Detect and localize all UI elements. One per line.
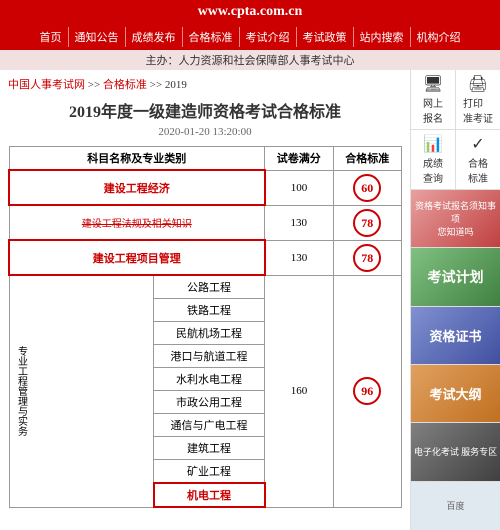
col-header-passing: 合格标准: [333, 147, 401, 171]
subject-highway: 公路工程: [154, 275, 265, 299]
site-url[interactable]: www.cpta.com.cn: [198, 4, 303, 19]
subject-railway: 铁路工程: [154, 299, 265, 322]
standard-label: 合格标准: [468, 155, 488, 185]
subject-telecom: 通信与广电工程: [154, 414, 265, 437]
subject-jsjjj: 建设工程经济: [9, 170, 265, 205]
register-label: 网上报名: [423, 95, 443, 125]
table-row: 建设工程经济 100 60: [9, 170, 402, 205]
print-label: 打印准考证: [463, 95, 493, 125]
subject-water: 水利水电工程: [154, 368, 265, 391]
register-icon: 🖥: [423, 74, 443, 94]
table-row: 建设工程项目管理 130 78: [9, 240, 402, 275]
passing-60: 60: [333, 170, 401, 205]
subject-mining: 矿业工程: [154, 460, 265, 484]
page-date: 2020-01-20 13:20:00: [8, 126, 402, 138]
banner-digital-text: 电子化考试 服务专区: [414, 445, 497, 458]
page-title: 2019年度一级建造师资格考试合格标准: [8, 98, 402, 122]
print-icon: 🖨: [468, 74, 488, 94]
sidebar-second-row: 📊 成绩查询 ✓ 合格标准: [411, 130, 500, 190]
content-area: 中国人事考试网 >> 合格标准 >> 2019 2019年度一级建造师资格考试合…: [0, 70, 410, 530]
sidebar-top-row: 🖥 网上报名 🖨 打印准考证: [411, 70, 500, 130]
score-160: 160: [265, 275, 333, 507]
sidebar-btn-score[interactable]: 📊 成绩查询: [411, 130, 456, 189]
nav-policy[interactable]: 考试政策: [297, 27, 354, 47]
sub-text: 主办：人力资源和社会保障部人事考试中心: [146, 55, 355, 67]
passing-78a: 78: [333, 205, 401, 240]
breadcrumb-year: 2019: [165, 79, 187, 91]
top-header: www.cpta.com.cn: [0, 0, 500, 24]
vertical-label-cell: 专业工程管理与实务: [9, 275, 154, 507]
banner-notice-text: 资格考试报名须知事项您知道吗: [413, 199, 498, 238]
banner-outline[interactable]: 考试大纲: [411, 365, 500, 423]
table-row: 建设工程法规及相关知识 130 78: [9, 205, 402, 240]
subject-mechanical: 机电工程: [154, 483, 265, 507]
nav-org[interactable]: 机构介绍: [411, 27, 467, 47]
sidebar-btn-print[interactable]: 🖨 打印准考证: [456, 70, 500, 129]
passing-96: 96: [333, 275, 401, 507]
subject-building: 建筑工程: [154, 437, 265, 460]
banner-cert-text: 资格证书: [429, 326, 481, 345]
score-100: 100: [265, 170, 333, 205]
sidebar-btn-standard[interactable]: ✓ 合格标准: [456, 130, 500, 189]
col-header-total: 试卷满分: [265, 147, 333, 171]
sidebar-right: 🖥 网上报名 🖨 打印准考证 📊 成绩查询 ✓ 合格标准 资格考试报名须知事项您…: [410, 70, 500, 530]
subject-deleted: 建设工程法规及相关知识: [9, 205, 265, 240]
baidu-text: 百度: [446, 499, 464, 512]
subject-port: 港口与航道工程: [154, 345, 265, 368]
nav-standard[interactable]: 合格标准: [183, 27, 240, 47]
breadcrumb: 中国人事考试网 >> 合格标准 >> 2019: [8, 76, 402, 92]
table-row: 专业工程管理与实务 公路工程 160 96: [9, 275, 402, 299]
banner-plan-text: 考试计划: [428, 267, 484, 287]
sidebar-btn-register[interactable]: 🖥 网上报名: [411, 70, 456, 129]
score-130b: 130: [265, 240, 333, 275]
breadcrumb-home[interactable]: 中国人事考试网: [8, 79, 85, 91]
nav-score[interactable]: 成绩发布: [126, 27, 183, 47]
subject-jsxm: 建设工程项目管理: [9, 240, 265, 275]
col-header-subject: 科目名称及专业类别: [9, 147, 265, 171]
standard-icon: ✓: [471, 134, 484, 154]
score-icon: 📊: [423, 134, 443, 154]
score-label: 成绩查询: [423, 155, 443, 185]
score-130a: 130: [265, 205, 333, 240]
nav-bar: 首页 通知公告 成绩发布 合格标准 考试介绍 考试政策 站内搜索 机构介绍: [0, 24, 500, 50]
banner-cert[interactable]: 资格证书: [411, 307, 500, 365]
nav-notice[interactable]: 通知公告: [69, 27, 126, 47]
breadcrumb-standard[interactable]: 合格标准: [103, 79, 147, 91]
banner-digital[interactable]: 电子化考试 服务专区: [411, 423, 500, 481]
subject-municipal: 市政公用工程: [154, 391, 265, 414]
nav-home[interactable]: 首页: [34, 27, 69, 47]
banner-plan[interactable]: 考试计划: [411, 248, 500, 306]
passing-78b: 78: [333, 240, 401, 275]
banner-outline-text: 考试大纲: [429, 384, 481, 403]
exam-table: 科目名称及专业类别 试卷满分 合格标准 建设工程经济 100 60 建设工程法规…: [8, 146, 402, 508]
baidu-banner: 百度: [411, 482, 500, 530]
banner-notice[interactable]: 资格考试报名须知事项您知道吗: [411, 190, 500, 248]
sub-header: 主办：人力资源和社会保障部人事考试中心: [0, 50, 500, 70]
subject-airport: 民航机场工程: [154, 322, 265, 345]
nav-intro[interactable]: 考试介绍: [240, 27, 297, 47]
nav-search[interactable]: 站内搜索: [354, 27, 411, 47]
